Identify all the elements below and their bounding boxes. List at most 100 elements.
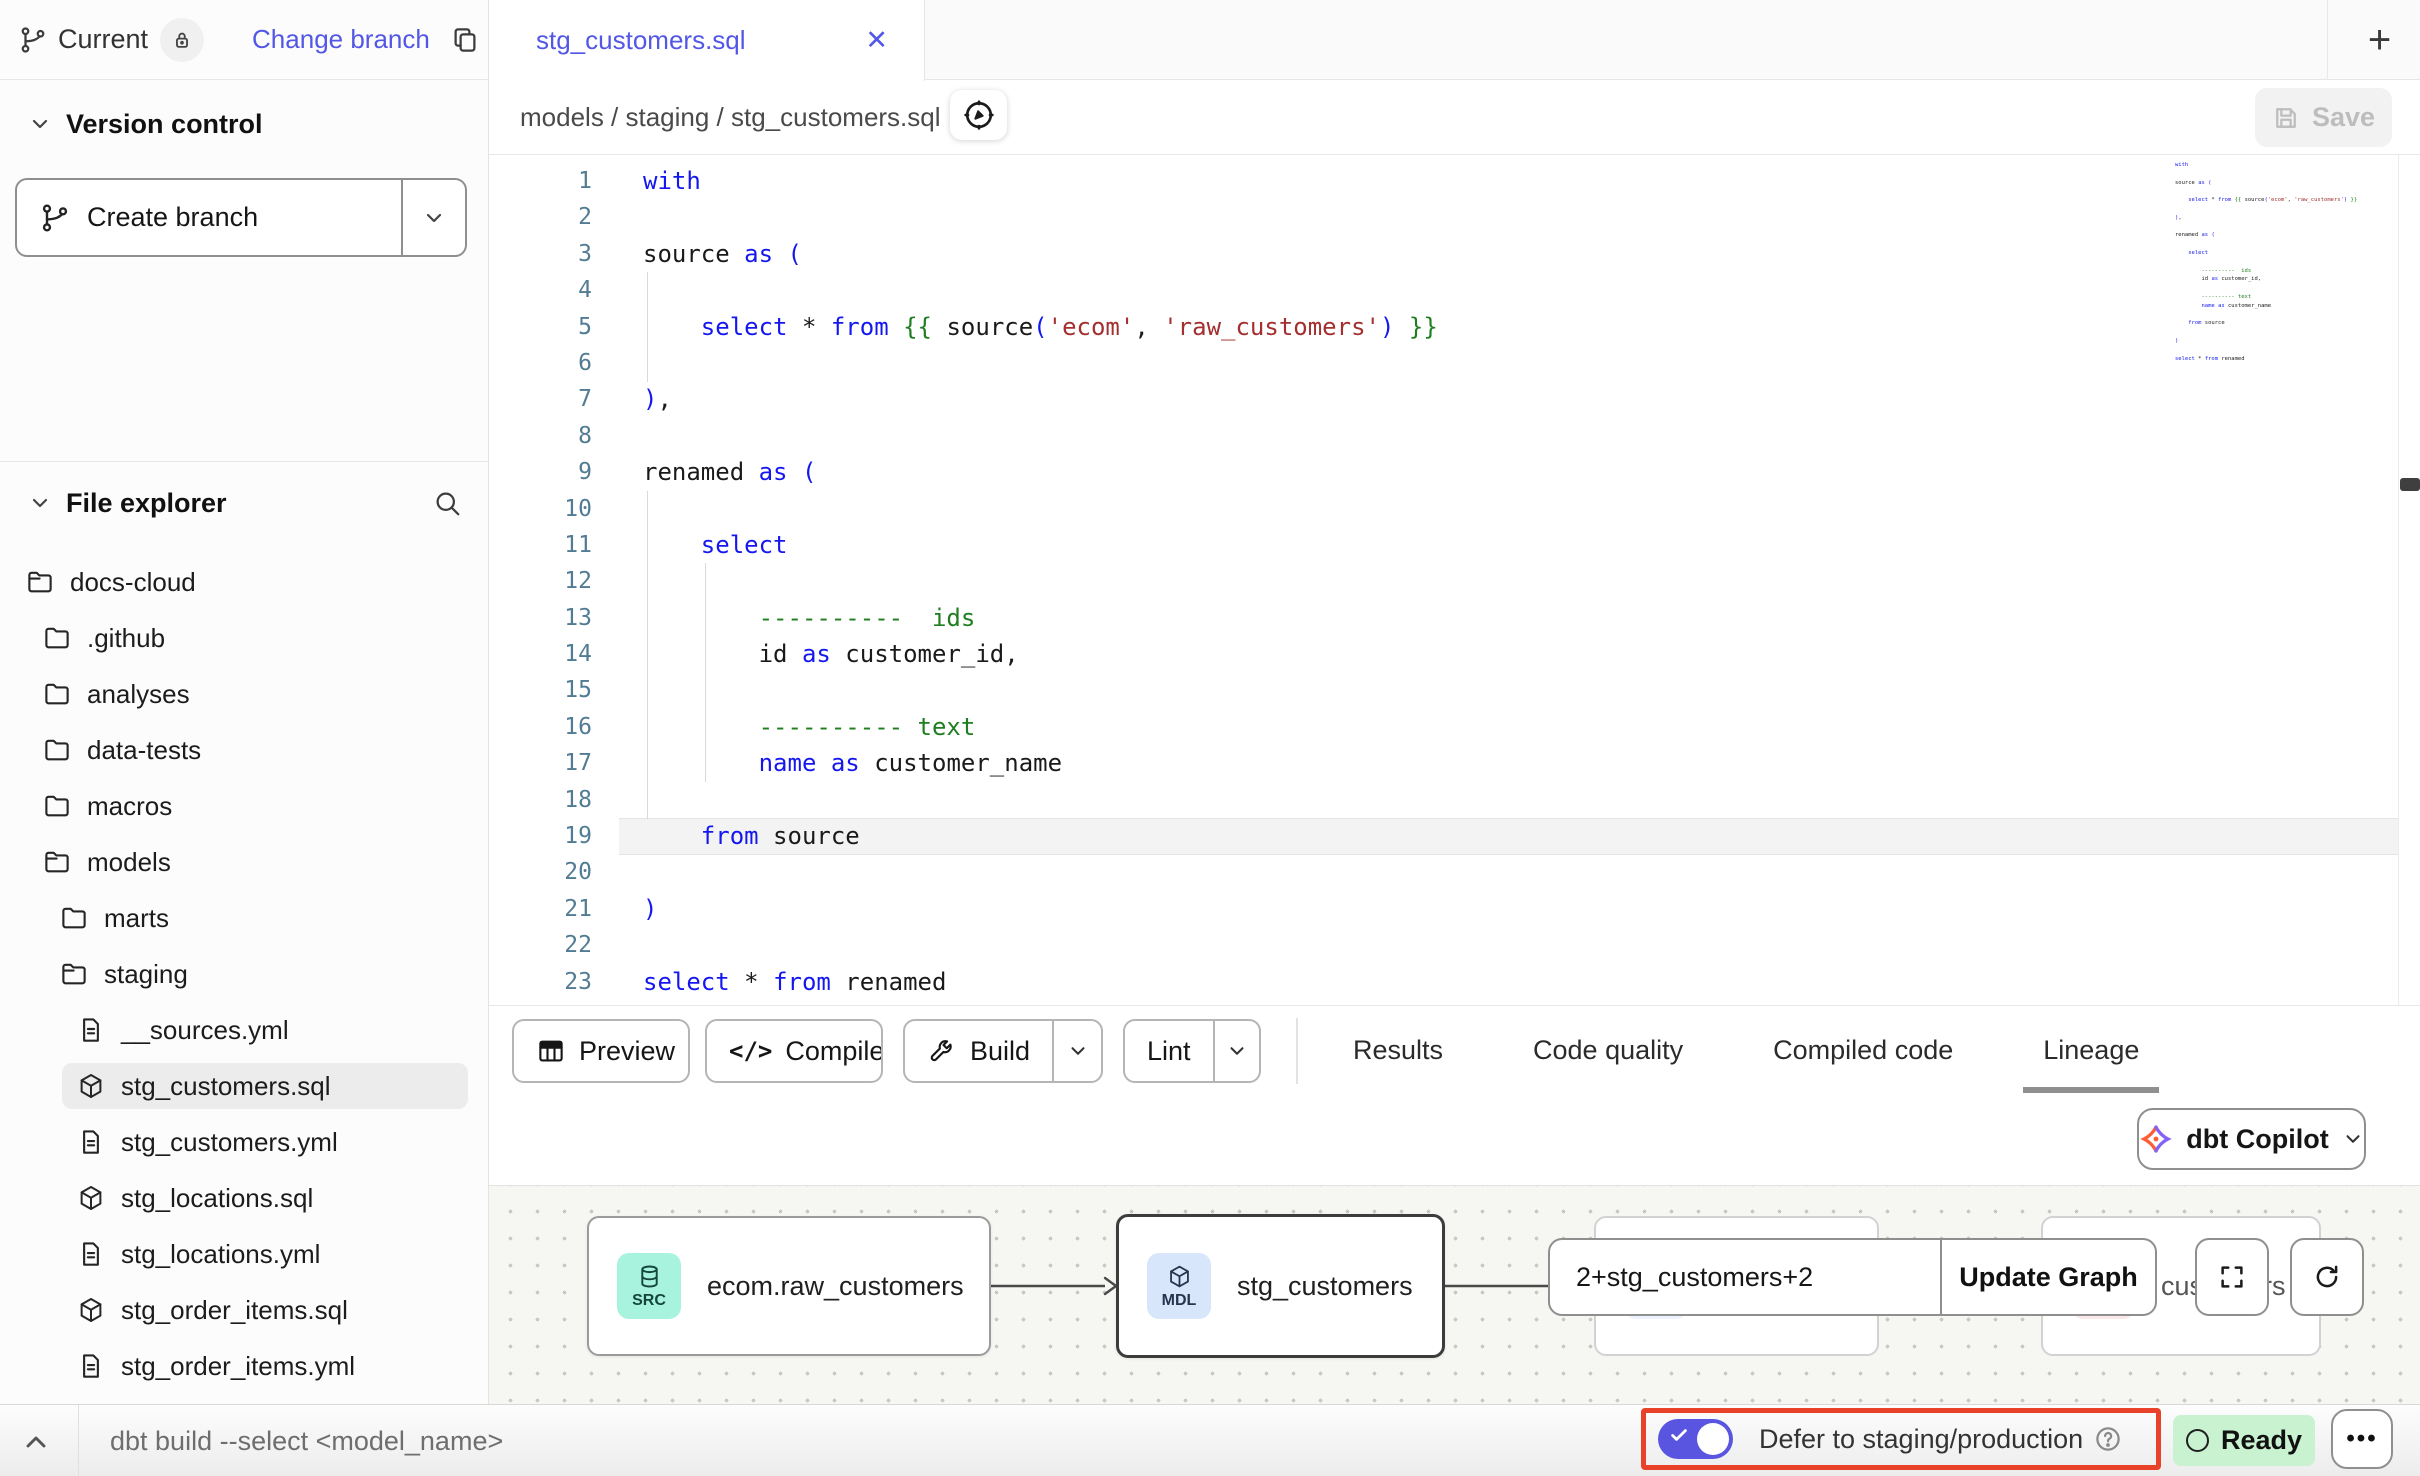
preview-button[interactable]: Preview — [514, 1021, 690, 1081]
build-label: Build — [970, 1036, 1030, 1067]
lint-menu-button[interactable] — [1213, 1021, 1259, 1081]
lineage-selector-input[interactable]: 2+stg_customers+2 — [1550, 1240, 1942, 1314]
fullscreen-button[interactable] — [2195, 1238, 2269, 1316]
breadcrumb-bar: models / staging / stg_customers.sql Sav… — [489, 80, 2420, 155]
file-explorer-item[interactable]: marts — [0, 890, 488, 946]
file-label: .github — [87, 623, 165, 654]
copy-icon[interactable] — [450, 25, 480, 55]
model-icon — [1166, 1263, 1193, 1290]
lineage-canvas[interactable]: SRCecom.raw_customersMDLstg_customersMDL… — [489, 1185, 2420, 1404]
file-icon — [76, 1015, 106, 1045]
minimap[interactable]: with source as ( select * from {{ source… — [2175, 161, 2400, 363]
defer-toggle[interactable] — [1658, 1419, 1733, 1459]
lineage-edge — [991, 1274, 1119, 1298]
git-branch-icon — [39, 202, 71, 234]
file-label: stg_locations.sql — [121, 1183, 313, 1214]
dbt-copilot-button[interactable]: dbt Copilot — [2137, 1108, 2366, 1170]
update-graph-button[interactable]: Update Graph — [1942, 1240, 2155, 1314]
create-branch-menu-button[interactable] — [403, 180, 465, 255]
build-button-group: Build — [903, 1019, 1103, 1083]
tab-results[interactable]: Results — [1339, 1006, 1457, 1095]
lint-button[interactable]: Lint — [1125, 1021, 1213, 1081]
file-explorer-item[interactable]: docs-cloud — [0, 554, 488, 610]
scrollbar-thumb[interactable] — [2400, 478, 2420, 491]
code-lines: with source as ( select * from {{ source… — [643, 163, 1438, 1000]
file-explorer-item[interactable]: stg_customers.yml — [0, 1114, 488, 1170]
source-badge: SRC — [617, 1253, 681, 1319]
close-tab-icon[interactable]: ✕ — [865, 25, 888, 56]
file-label: stg_order_items.yml — [121, 1351, 355, 1382]
tabbar-divider — [2327, 0, 2328, 80]
lineage-node-ecom-raw_customers[interactable]: SRCecom.raw_customers — [587, 1216, 991, 1356]
tab-code-quality[interactable]: Code quality — [1519, 1006, 1697, 1095]
tab-compiled-code[interactable]: Compiled code — [1759, 1006, 1967, 1095]
command-input[interactable]: dbt build --select <model_name> — [110, 1405, 1010, 1476]
more-options-button[interactable]: ••• — [2331, 1409, 2393, 1469]
chevron-down-icon — [2342, 1128, 2364, 1150]
editor-toolbar: Preview </>Compile Build Lint Results Code q… — [489, 1005, 2420, 1095]
check-icon — [1668, 1424, 1690, 1446]
table-icon — [536, 1036, 566, 1066]
version-control-header[interactable]: Version control — [0, 104, 488, 144]
folder-open-icon — [25, 567, 55, 597]
file-label: stg_order_items.sql — [121, 1295, 348, 1326]
sidebar: Current Change branch Version control Cr… — [0, 0, 489, 1404]
file-icon — [76, 1127, 106, 1157]
folder-open-icon — [59, 959, 89, 989]
status-bar: dbt build --select <model_name> Defer to… — [0, 1404, 2420, 1476]
version-control-title: Version control — [66, 109, 263, 140]
help-question-icon[interactable] — [2093, 1424, 2123, 1454]
file-icon — [76, 1351, 106, 1381]
file-explorer-item[interactable]: analyses — [0, 666, 488, 722]
build-menu-button[interactable] — [1052, 1021, 1101, 1081]
tab-lineage[interactable]: Lineage — [2029, 1006, 2153, 1095]
file-explorer-item[interactable]: models — [0, 834, 488, 890]
code-editor[interactable]: 1234567891011121314151617181920212223 wi… — [489, 155, 2420, 1005]
file-tree: docs-cloud .github analyses data-tests macro… — [0, 554, 488, 1394]
compile-button[interactable]: </>Compile — [707, 1021, 883, 1081]
file-explorer-item[interactable]: stg_order_items.sql — [0, 1282, 488, 1338]
refresh-graph-button[interactable] — [2290, 1238, 2364, 1316]
file-explorer-item[interactable]: stg_locations.sql — [0, 1170, 488, 1226]
file-explorer-item[interactable]: stg_customers.sql — [0, 1058, 488, 1114]
search-icon[interactable] — [432, 488, 462, 518]
lint-label: Lint — [1147, 1036, 1191, 1067]
badge-label: SRC — [632, 1292, 666, 1310]
new-tab-button[interactable]: + — [2339, 0, 2420, 80]
explore-compass-button[interactable] — [950, 90, 1007, 140]
file-explorer-item[interactable]: stg_order_items.yml — [0, 1338, 488, 1394]
chevron-down-icon — [1067, 1040, 1089, 1062]
file-explorer-title: File explorer — [66, 488, 227, 519]
compile-label: Compile — [785, 1036, 883, 1067]
section-divider — [0, 461, 488, 462]
file-explorer-item[interactable]: data-tests — [0, 722, 488, 778]
folder-icon — [42, 679, 72, 709]
scrollbar-track — [2398, 155, 2399, 1005]
lineage-node-stg_customers[interactable]: MDLstg_customers — [1116, 1214, 1445, 1358]
preview-button-group: Preview — [512, 1019, 690, 1083]
file-explorer-header[interactable]: File explorer — [0, 475, 488, 531]
result-tabs: Results Code quality Compiled code Lineage — [1339, 1006, 2153, 1095]
save-label: Save — [2312, 102, 2375, 133]
file-explorer-item[interactable]: stg_locations.yml — [0, 1226, 488, 1282]
file-explorer-item[interactable]: macros — [0, 778, 488, 834]
dbt-logo-icon — [2139, 1122, 2173, 1156]
node-label: stg_customers — [1237, 1271, 1413, 1302]
file-explorer-item[interactable]: __sources.yml — [0, 1002, 488, 1058]
file-explorer-item[interactable]: staging — [0, 946, 488, 1002]
defer-label: Defer to staging/production — [1759, 1424, 2083, 1455]
change-branch-link[interactable]: Change branch — [252, 24, 430, 55]
tab-stg-customers-sql[interactable]: stg_customers.sql ✕ — [489, 0, 925, 81]
collapse-panel-chevron-up-icon[interactable] — [20, 1426, 52, 1458]
build-button[interactable]: Build — [905, 1021, 1052, 1081]
model-icon — [76, 1183, 106, 1213]
lint-button-group: Lint — [1123, 1019, 1261, 1083]
folder-icon — [42, 791, 72, 821]
folder-icon — [42, 623, 72, 653]
file-label: data-tests — [87, 735, 201, 766]
folder-open-icon — [42, 847, 72, 877]
save-button[interactable]: Save — [2255, 88, 2392, 147]
file-explorer-item[interactable]: .github — [0, 610, 488, 666]
create-branch-button[interactable]: Create branch — [17, 180, 403, 255]
file-label: docs-cloud — [70, 567, 196, 598]
